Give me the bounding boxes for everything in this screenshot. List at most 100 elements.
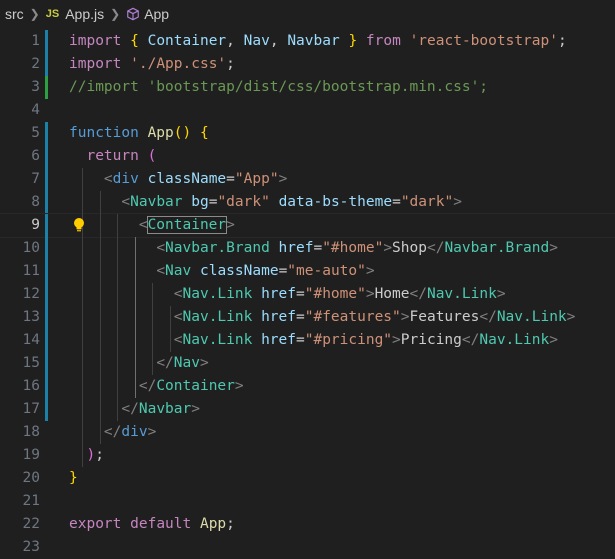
line-number: 5 [31,125,40,141]
code-token: ; [95,447,104,463]
code-token: Navbar.Brand [444,240,550,256]
code-token: from [365,33,401,49]
code-line[interactable]: 4 [0,99,615,122]
code-token: = [296,309,305,325]
code-token: ; [226,56,235,72]
modified-line-marker[interactable] [45,329,48,352]
code-token: "dark" [400,194,454,210]
modified-line-marker[interactable] [45,237,48,260]
code-line[interactable]: 3 //import 'bootstrap/dist/css/bootstrap.… [0,76,615,99]
code-token: import [69,33,122,49]
code-line[interactable]: 9 <Container> [0,213,615,238]
modified-line-marker[interactable] [45,191,48,214]
indent-guide [82,168,84,467]
code-line[interactable]: 8 <Navbar bg="dark" data-bs-theme="dark"… [0,191,615,214]
code-token: = [226,171,235,187]
code-text: </Navbar> [69,398,200,421]
javascript-file-icon: JS [45,8,60,20]
modified-line-marker[interactable] [45,352,48,375]
modified-line-marker[interactable] [45,375,48,398]
indent-guide [134,237,136,398]
indent-guide [99,191,101,444]
chevron-right-icon: ❯ [110,7,121,21]
code-token: < [173,286,183,302]
breadcrumb-symbol[interactable]: App [144,6,169,22]
code-line[interactable]: 2 import './App.css'; [0,53,615,76]
code-line[interactable]: 1 import { Container, Nav, Navbar } from … [0,30,615,53]
modified-line-marker[interactable] [45,122,48,145]
modified-line-marker[interactable] [45,260,48,283]
modified-line-marker[interactable] [45,283,48,306]
code-line[interactable]: 20} [0,467,615,490]
modified-line-marker[interactable] [45,306,48,329]
code-token: bg [191,194,209,210]
code-line[interactable]: 13 <Nav.Link href="#features">Features</… [0,306,615,329]
modified-line-marker[interactable] [45,168,48,191]
modified-line-marker[interactable] [45,30,48,53]
code-line[interactable]: 16 </Container> [0,375,615,398]
modified-line-marker[interactable] [45,214,48,237]
code-token: < [173,309,183,325]
code-token: { [130,33,139,49]
code-token: </ [461,332,480,348]
line-number: 16 [22,378,40,394]
code-token: "App" [234,171,279,187]
code-token: //import 'bootstrap/dist/css/bootstrap.m… [69,79,489,95]
code-line[interactable]: 22 export default App; [0,513,615,536]
code-token: Container [156,378,235,394]
code-line[interactable]: 11 <Nav className="me-auto"> [0,260,615,283]
code-line[interactable]: 21 [0,490,615,513]
code-token: > [566,309,576,325]
code-line[interactable]: 10 <Navbar.Brand href="#home">Shop</Navb… [0,237,615,260]
code-line[interactable]: 19 ); [0,444,615,467]
code-line[interactable]: 15 </Nav> [0,352,615,375]
code-text: <div className="App"> [69,168,287,191]
code-line[interactable]: 18 </div> [0,421,615,444]
modified-line-marker[interactable] [45,145,48,168]
code-token: href [261,286,296,302]
code-token: './App.css' [130,56,227,72]
code-token: > [191,401,200,417]
code-line[interactable]: 5 function App() { [0,122,615,145]
code-token: href [278,240,314,256]
code-token: href [261,309,296,325]
code-text: <Container> [69,214,235,237]
code-line[interactable]: 6 return ( [0,145,615,168]
code-line[interactable]: 23 [0,536,615,559]
code-editor[interactable]: 1 import { Container, Nav, Navbar } from … [0,28,615,555]
line-number: 17 [22,401,40,417]
code-token: = [313,240,323,256]
code-line[interactable]: 17 </Navbar> [0,398,615,421]
lightbulb-icon[interactable] [72,217,86,233]
breadcrumb-file[interactable]: App.js [65,6,104,22]
code-line[interactable]: 12 <Nav.Link href="#home">Home</Nav.Link… [0,283,615,306]
added-line-marker[interactable] [45,76,48,99]
code-token: "#pricing" [304,332,393,348]
line-number: 20 [22,470,40,486]
code-token: return [86,148,139,164]
modified-line-marker[interactable] [45,398,48,421]
breadcrumb-folder[interactable]: src [5,6,24,22]
code-token: Nav.Link [182,332,253,348]
code-token: "me-auto" [287,263,366,279]
code-token: Nav.Link [479,332,550,348]
code-line[interactable]: 7 <div className="App"> [0,168,615,191]
code-token: 'react-bootstrap' [409,33,558,49]
code-token: "#home" [304,286,366,302]
code-token: = [296,286,305,302]
modified-line-marker[interactable] [45,53,48,76]
line-number: 13 [22,309,40,325]
code-line[interactable]: 14 <Nav.Link href="#pricing">Pricing</Na… [0,329,615,352]
code-token: </ [156,355,174,371]
